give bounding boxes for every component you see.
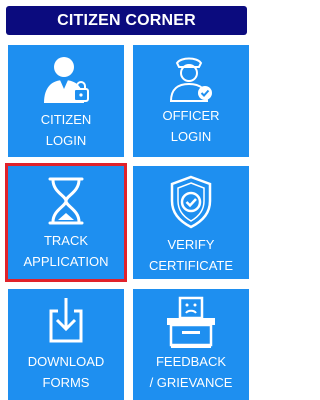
section-title: CITIZEN CORNER xyxy=(6,6,247,35)
verify-certificate-button[interactable]: VERIFY CERTIFICATE xyxy=(133,166,249,279)
tile-label-line2: / GRIEVANCE xyxy=(149,375,233,390)
complaint-box-icon xyxy=(133,295,249,349)
tile-label-line1: VERIFY xyxy=(167,237,215,252)
tile-label-line1: FEEDBACK xyxy=(155,354,227,369)
tile-label: DOWNLOAD FORMS xyxy=(8,351,124,393)
feedback-grievance-button[interactable]: FEEDBACK / GRIEVANCE xyxy=(133,289,249,400)
download-forms-button[interactable]: DOWNLOAD FORMS xyxy=(8,289,124,400)
tile-label-line2: CERTIFICATE xyxy=(148,258,234,273)
tile-label-line1: TRACK xyxy=(43,233,89,248)
officer-check-icon xyxy=(133,53,249,105)
tile-label-line2: APPLICATION xyxy=(23,254,109,269)
tile-label-line2: LOGIN xyxy=(45,133,87,148)
user-lock-icon xyxy=(8,53,124,105)
officer-login-button[interactable]: OFFICER LOGIN xyxy=(133,45,249,157)
hourglass-icon xyxy=(8,176,124,226)
download-icon xyxy=(8,295,124,345)
tile-label: CITIZEN LOGIN xyxy=(8,109,124,151)
tile-label: FEEDBACK / GRIEVANCE xyxy=(133,351,249,393)
tile-label-line1: CITIZEN xyxy=(40,112,92,127)
section-title-text: CITIZEN CORNER xyxy=(57,11,196,29)
shield-check-icon xyxy=(133,174,249,230)
tile-label-line1: OFFICER xyxy=(162,108,220,123)
tile-label-line1: DOWNLOAD xyxy=(27,354,105,369)
tile-label-line2: LOGIN xyxy=(170,129,212,144)
tile-label-line2: FORMS xyxy=(42,375,90,390)
citizen-login-button[interactable]: CITIZEN LOGIN xyxy=(8,45,124,157)
tile-label: TRACK APPLICATION xyxy=(8,230,124,272)
track-application-button[interactable]: TRACK APPLICATION xyxy=(5,163,127,282)
tile-label: VERIFY CERTIFICATE xyxy=(133,234,249,276)
tile-label: OFFICER LOGIN xyxy=(133,105,249,147)
